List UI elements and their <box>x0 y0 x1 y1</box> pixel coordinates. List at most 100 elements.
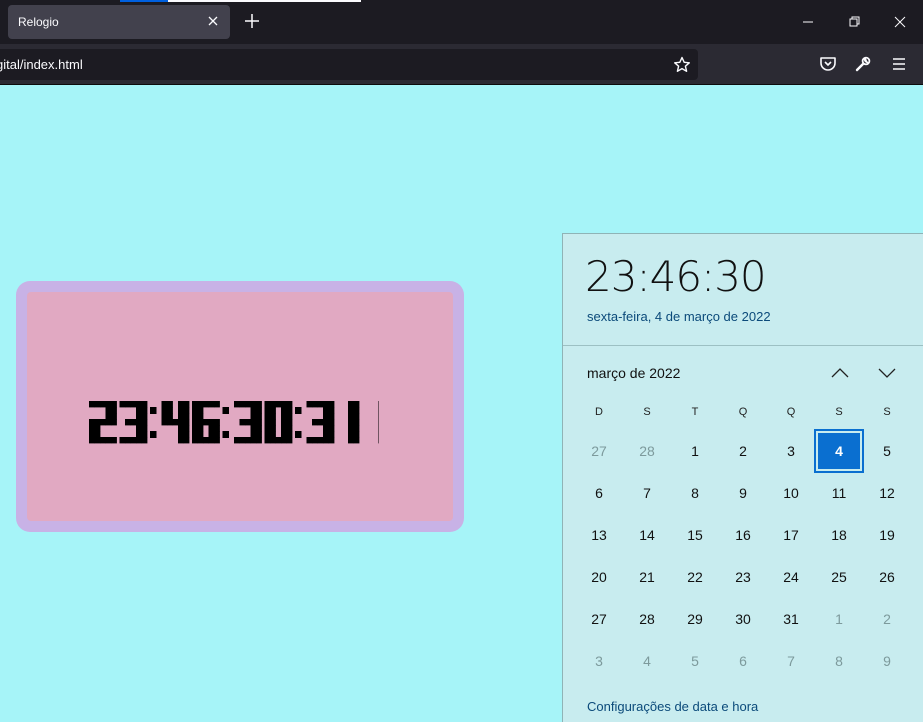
pocket-icon[interactable] <box>818 54 838 74</box>
calendar-day[interactable]: 8 <box>671 472 719 514</box>
calendar-day[interactable]: 30 <box>719 598 767 640</box>
calendar-day[interactable]: 3 <box>575 640 623 682</box>
clock-digit <box>306 401 335 444</box>
calendar-day-number: 16 <box>735 527 751 543</box>
tab-relogio[interactable]: Relogio <box>8 5 230 39</box>
calendar-day[interactable]: 12 <box>863 472 911 514</box>
calendar-day[interactable]: 14 <box>623 514 671 556</box>
calendar-day-number: 21 <box>639 569 655 585</box>
divider <box>563 345 923 346</box>
clock-colon-dot <box>295 431 302 438</box>
chevron-down-icon[interactable] <box>876 362 898 384</box>
calendar-day[interactable]: 6 <box>719 640 767 682</box>
calendar-grid: 27 28 1 2 3 4 5 6 7 8 9 10 11 12 13 14 15 16 17 18 19 20 21 22 2… <box>575 429 911 682</box>
calendar-day[interactable]: 7 <box>767 640 815 682</box>
calendar-day-number: 1 <box>835 611 843 627</box>
calendar-day-number: 3 <box>595 653 603 669</box>
calendar-day[interactable]: 27 <box>575 430 623 472</box>
clock-digit <box>378 401 379 444</box>
calendar-flyout: 23:46:30 sexta-feira, 4 de março de 2022… <box>562 233 923 722</box>
calendar-day[interactable]: 26 <box>863 556 911 598</box>
calendar-day[interactable]: 10 <box>767 472 815 514</box>
clock-frame: 23:46:30:311 <box>16 281 464 532</box>
calendar-day[interactable]: 31 <box>767 598 815 640</box>
star-icon[interactable] <box>672 55 692 75</box>
calendar-day[interactable]: 8 <box>815 640 863 682</box>
calendar-day[interactable]: 16 <box>719 514 767 556</box>
calendar-day[interactable]: 5 <box>863 430 911 472</box>
date-time-settings-link[interactable]: Configurações de data e hora <box>587 699 758 714</box>
calendar-day[interactable]: 20 <box>575 556 623 598</box>
weekday-label: S <box>835 406 843 418</box>
tab-strip-accent <box>168 0 361 2</box>
calendar-day[interactable]: 9 <box>719 472 767 514</box>
clock-colon-dot <box>150 407 157 414</box>
calendar-day-today[interactable]: 4 <box>814 429 864 473</box>
plus-icon[interactable] <box>242 11 262 31</box>
wrench-icon[interactable] <box>853 54 873 74</box>
calendar-day-number: 17 <box>783 527 799 543</box>
calendar-day[interactable]: 11 <box>815 472 863 514</box>
chevron-up-icon[interactable] <box>829 362 851 384</box>
url-bar[interactable]: gital/index.html <box>0 49 698 80</box>
calendar-day[interactable]: 17 <box>767 514 815 556</box>
calendar-day-number: 27 <box>591 443 607 459</box>
calendar-day-number: 11 <box>831 485 847 501</box>
calendar-day-number: 8 <box>835 653 843 669</box>
browser-toolbar: gital/index.html <box>0 44 923 85</box>
calendar-day-number: 31 <box>783 611 799 627</box>
minimize-icon[interactable] <box>794 8 822 36</box>
calendar-day[interactable]: 2 <box>719 430 767 472</box>
calendar-day-number: 28 <box>639 611 655 627</box>
close-icon[interactable] <box>204 12 222 30</box>
calendar-day[interactable]: 7 <box>623 472 671 514</box>
calendar-day[interactable]: 2 <box>863 598 911 640</box>
calendar-day[interactable]: 25 <box>815 556 863 598</box>
clock-digit <box>119 401 148 444</box>
flyout-date[interactable]: sexta-feira, 4 de março de 2022 <box>587 309 771 324</box>
calendar-day[interactable]: 4 <box>623 640 671 682</box>
calendar-day-number: 18 <box>831 527 847 543</box>
calendar-day-number: 28 <box>639 443 655 459</box>
calendar-day-number: 4 <box>814 429 864 473</box>
tab-strip-accent <box>120 0 168 2</box>
hamburger-icon[interactable] <box>889 54 909 74</box>
calendar-day[interactable]: 28 <box>623 598 671 640</box>
url-text[interactable]: gital/index.html <box>0 57 83 72</box>
weekday-header: DSTQQSS <box>575 406 911 418</box>
calendar-day[interactable]: 19 <box>863 514 911 556</box>
calendar-day[interactable]: 23 <box>719 556 767 598</box>
calendar-day[interactable]: 3 <box>767 430 815 472</box>
calendar-day[interactable]: 18 <box>815 514 863 556</box>
tab-title: Relogio <box>18 15 59 29</box>
clock-colon-dot <box>222 407 229 414</box>
calendar-day[interactable]: 22 <box>671 556 719 598</box>
clock-digit <box>192 401 220 444</box>
close-window-icon[interactable] <box>886 8 914 36</box>
weekday-label: S <box>883 406 891 418</box>
calendar-day-number: 7 <box>787 653 795 669</box>
calendar-day[interactable]: 5 <box>671 640 719 682</box>
clock-face: 23:46:30:311 <box>27 292 453 521</box>
flyout-time: 23:46:30 <box>585 252 767 301</box>
calendar-day-number: 6 <box>739 653 747 669</box>
calendar-day[interactable]: 21 <box>623 556 671 598</box>
weekday-label: S <box>643 406 651 418</box>
calendar-day[interactable]: 13 <box>575 514 623 556</box>
calendar-day[interactable]: 1 <box>815 598 863 640</box>
calendar-day-number: 10 <box>783 485 799 501</box>
clock-digit <box>234 401 262 444</box>
calendar-day[interactable]: 28 <box>623 430 671 472</box>
calendar-day[interactable]: 15 <box>671 514 719 556</box>
restore-icon[interactable] <box>840 8 868 36</box>
calendar-day[interactable]: 6 <box>575 472 623 514</box>
calendar-day[interactable]: 1 <box>671 430 719 472</box>
calendar-day[interactable]: 24 <box>767 556 815 598</box>
calendar-day-number: 1 <box>691 443 699 459</box>
calendar-day[interactable]: 27 <box>575 598 623 640</box>
month-label[interactable]: março de 2022 <box>587 365 680 381</box>
calendar-day[interactable]: 9 <box>863 640 911 682</box>
calendar-day-number: 15 <box>687 527 703 543</box>
calendar-day[interactable]: 29 <box>671 598 719 640</box>
clock-digit <box>89 401 117 444</box>
